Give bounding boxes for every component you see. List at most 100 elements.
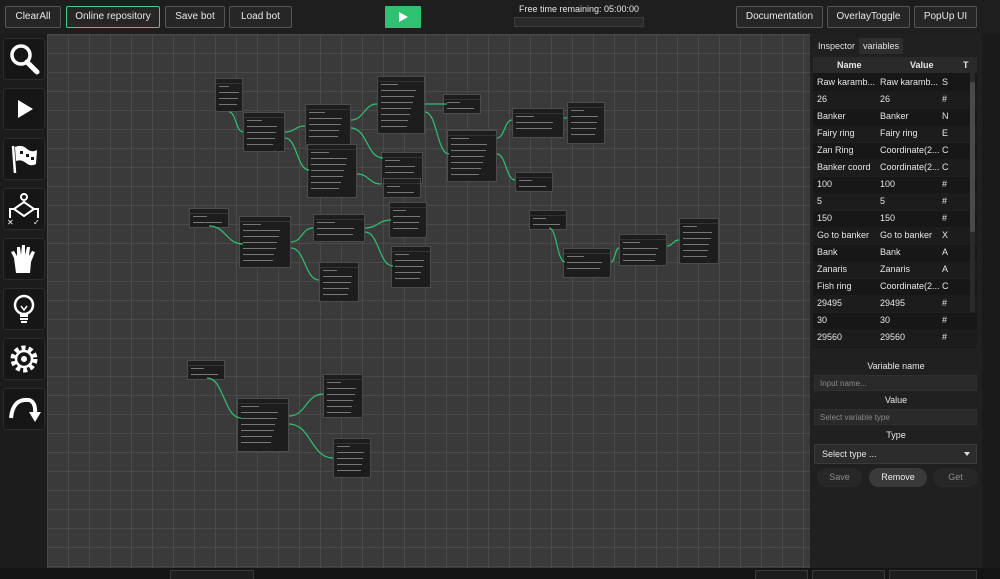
- play-tool-button[interactable]: [3, 88, 45, 130]
- table-scrollbar-thumb[interactable]: [970, 82, 975, 232]
- get-variable-button[interactable]: Get: [933, 468, 978, 487]
- idea-tool-button[interactable]: [3, 288, 45, 330]
- variable-value-cell: 30: [880, 315, 891, 325]
- node-graph-canvas[interactable]: [47, 34, 810, 568]
- variable-value-input[interactable]: [814, 409, 977, 425]
- table-row[interactable]: 150 150 #: [813, 210, 977, 228]
- clear-all-button[interactable]: ClearAll: [5, 6, 61, 28]
- variable-name-cell: 26: [817, 94, 828, 104]
- connection-wire: [228, 111, 244, 133]
- play-icon: [399, 12, 408, 22]
- connection-wire: [548, 227, 566, 263]
- settings-tool-button[interactable]: [3, 338, 45, 380]
- svg-text:✓: ✓: [33, 218, 40, 226]
- run-bot-button[interactable]: [385, 6, 421, 28]
- connection-wire: [666, 239, 680, 247]
- connection-wire: [364, 231, 394, 267]
- table-row[interactable]: 26 26 #: [813, 91, 977, 109]
- table-row[interactable]: Fairy ring Fairy ring E: [813, 125, 977, 143]
- table-row[interactable]: 5 5 #: [813, 193, 977, 211]
- variable-value-cell: 26: [880, 94, 891, 104]
- variable-value-cell: Fairy ring: [880, 128, 918, 138]
- table-row[interactable]: 29560 29560 #: [813, 329, 977, 347]
- connection-wire: [610, 247, 620, 263]
- free-time-label: Free time remaining: 05:00:00: [518, 4, 640, 14]
- save-variable-button[interactable]: Save: [817, 468, 862, 487]
- variable-name-cell: Go to banker: [817, 230, 870, 240]
- left-toolbar: ✕ ✓: [0, 34, 47, 579]
- table-row[interactable]: Fish ring Coordinate(2... C: [813, 278, 977, 296]
- variable-type-cell: #: [942, 94, 948, 104]
- variable-value-cell: 29560: [880, 332, 906, 342]
- variable-type-cell: #: [942, 298, 948, 308]
- connection-wire: [284, 137, 310, 171]
- type-dropdown[interactable]: Select type ...: [814, 444, 977, 464]
- save-bot-button[interactable]: Save bot: [165, 6, 225, 28]
- loop-tool-button[interactable]: [3, 388, 45, 430]
- table-row[interactable]: Banker Banker N: [813, 108, 977, 126]
- variable-value-cell: Coordinate(2...: [880, 281, 940, 291]
- branch-icon: ✕ ✓: [7, 193, 40, 226]
- table-header: Name Value T: [813, 57, 977, 73]
- column-header-name: Name: [837, 60, 862, 70]
- variable-type-cell: C: [942, 145, 949, 155]
- panel-scrollbar[interactable]: [982, 34, 1000, 568]
- tab-inspector[interactable]: Inspector: [814, 38, 859, 54]
- variable-name-cell: Bank: [817, 247, 838, 257]
- bottom-tab[interactable]: [889, 570, 977, 579]
- variable-type-cell: E: [942, 128, 949, 138]
- variable-name-cell: Raw karamb...: [817, 77, 876, 87]
- load-bot-button[interactable]: Load bot: [229, 6, 292, 28]
- variable-value-cell: Coordinate(2...: [880, 162, 940, 172]
- variable-value-cell: 150: [880, 213, 896, 223]
- variable-value-cell: 5: [880, 196, 886, 206]
- type-dropdown-value: Select type ...: [822, 449, 877, 459]
- table-row[interactable]: 100 100 #: [813, 176, 977, 194]
- connection-wire: [496, 119, 513, 139]
- hand-tool-button[interactable]: [3, 238, 45, 280]
- lightbulb-icon: [13, 294, 35, 323]
- table-row[interactable]: Zanaris Zanaris A: [813, 261, 977, 279]
- bottom-tab[interactable]: [812, 570, 885, 579]
- variable-type-cell: #: [942, 196, 948, 206]
- variable-type-cell: #: [942, 213, 948, 223]
- bottom-tab[interactable]: [170, 570, 254, 579]
- table-row[interactable]: 29495 29495 #: [813, 295, 977, 313]
- table-row[interactable]: Banker coord Coordinate(2... C: [813, 159, 977, 177]
- variable-value-cell: Bank: [880, 247, 901, 257]
- table-row[interactable]: Bank Bank A: [813, 244, 977, 262]
- connection-wire: [290, 227, 314, 243]
- redo-arrow-icon: [9, 397, 41, 422]
- popup-ui-button[interactable]: PopUp UI: [914, 6, 977, 28]
- variables-panel: Inspector variables Name Value T Raw kar…: [810, 34, 982, 568]
- branch-tool-button[interactable]: ✕ ✓: [3, 188, 45, 230]
- table-row[interactable]: Go to banker Go to banker X: [813, 227, 977, 245]
- documentation-button[interactable]: Documentation: [736, 6, 823, 28]
- variable-name-cell: Banker coord: [817, 162, 871, 172]
- svg-text:✕: ✕: [7, 218, 14, 226]
- tab-variables[interactable]: variables: [859, 38, 904, 54]
- variable-name-input[interactable]: [814, 375, 977, 391]
- online-repository-button[interactable]: Online repository: [66, 6, 160, 28]
- bottom-tab[interactable]: [755, 570, 808, 579]
- table-row[interactable]: Raw karamb... Raw karamb... S: [813, 74, 977, 92]
- table-row[interactable]: Zan Ring Coordinate(2... C: [813, 142, 977, 160]
- variable-name-cell: Banker: [817, 111, 846, 121]
- overlay-toggle-button[interactable]: OverlayToggle: [827, 6, 910, 28]
- type-label: Type: [886, 430, 906, 440]
- table-row[interactable]: 30 30 #: [813, 312, 977, 330]
- variable-name-cell: 100: [817, 179, 833, 189]
- remove-variable-button[interactable]: Remove: [869, 468, 927, 487]
- chevron-down-icon: [964, 452, 970, 456]
- value-label: Value: [884, 395, 908, 405]
- connection-wire: [364, 219, 392, 229]
- connection-wire: [356, 173, 382, 185]
- search-tool-button[interactable]: [3, 38, 45, 80]
- flag-tool-button[interactable]: [3, 138, 45, 180]
- connection-wire: [424, 111, 450, 155]
- variable-name-cell: 29495: [817, 298, 843, 308]
- variable-name-cell: 29560: [817, 332, 843, 342]
- connection-wire: [350, 103, 378, 121]
- connection-wire: [496, 153, 516, 181]
- top-toolbar: ClearAll Online repository Save bot Load…: [0, 0, 1000, 34]
